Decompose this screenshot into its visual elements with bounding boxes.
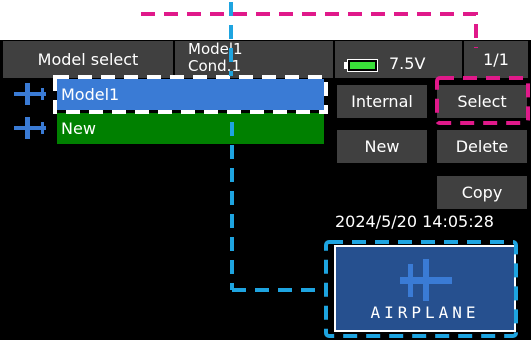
page-number: 1/1	[483, 50, 509, 69]
select-button-label: Select	[457, 92, 507, 111]
battery-voltage: 7.5V	[389, 54, 426, 73]
list-item-label: New	[61, 119, 96, 138]
battery-icon	[347, 59, 378, 72]
model-select-header: Model select	[3, 41, 173, 78]
list-item-new[interactable]: New	[57, 113, 324, 144]
list-item-label: Model1	[61, 85, 120, 104]
internal-button-label: Internal	[351, 92, 413, 111]
model-type-label: AIRPLANE	[370, 303, 480, 322]
battery-level	[350, 62, 375, 69]
current-model-info: Model1 Cond.1	[175, 41, 333, 78]
current-model-name: Model1	[188, 40, 243, 58]
select-button[interactable]: Select	[437, 85, 527, 118]
current-condition: Cond.1	[188, 57, 241, 75]
date-time: 2024/5/20 14:05:28	[335, 212, 494, 231]
new-button-label: New	[364, 137, 400, 156]
page-indicator[interactable]: 1/1	[464, 41, 528, 78]
copy-button-label: Copy	[461, 183, 503, 202]
list-item-model1[interactable]: Model1	[57, 79, 324, 110]
model-select-title: Model select	[37, 50, 139, 69]
airplane-icon	[14, 83, 46, 105]
airplane-icon	[400, 259, 452, 301]
new-button[interactable]: New	[337, 130, 427, 163]
battery-status: 7.5V	[335, 41, 462, 78]
delete-button-label: Delete	[455, 137, 509, 156]
model-type-button[interactable]: AIRPLANE	[334, 245, 516, 332]
airplane-icon	[14, 117, 46, 139]
internal-button[interactable]: Internal	[337, 85, 427, 118]
delete-button[interactable]: Delete	[437, 130, 527, 163]
copy-button[interactable]: Copy	[437, 176, 527, 209]
